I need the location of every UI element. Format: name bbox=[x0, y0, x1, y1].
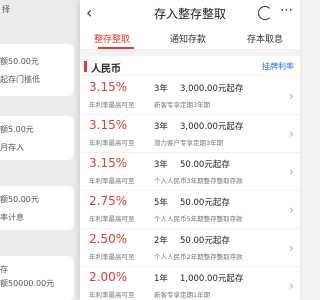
product-term: 3年 bbox=[154, 122, 168, 132]
more-icon[interactable]: ⋯ bbox=[280, 3, 294, 18]
product-row[interactable]: 2.00% 年利率最高可至 1年 1,000.00元起存 新客专享定期1年期 › bbox=[80, 267, 300, 300]
refresh-icon[interactable] bbox=[258, 6, 272, 20]
rate-note: 年利率最高可至 bbox=[89, 215, 135, 223]
rate-note: 年利率最高可至 bbox=[89, 139, 135, 147]
tab-interest-payout[interactable]: 存本取息 bbox=[247, 32, 283, 45]
bg-text: 额5.00元 bbox=[0, 125, 34, 134]
deposit-sheet: ‹ 存入整存整取 ⋯ 整存整取 通知存款 存本取息 人民币 挂牌利率 3.15%… bbox=[80, 0, 300, 300]
section-marker bbox=[84, 61, 87, 72]
product-term: 1年 bbox=[154, 274, 168, 284]
bg-text: 月存入 bbox=[0, 143, 24, 152]
listed-rates-link[interactable]: 挂牌利率 bbox=[262, 61, 294, 72]
bg-text: 额50.00元 bbox=[0, 57, 39, 66]
chevron-right-icon: › bbox=[289, 127, 294, 141]
bg-text: 率计息 bbox=[0, 213, 24, 222]
product-row[interactable]: 2.75% 年利率最高可至 5年 50.00元起存 个人人民币5年期整存整取存款… bbox=[80, 191, 300, 229]
product-minimum: 50.00元起存 bbox=[180, 198, 230, 208]
tab-notice-deposit[interactable]: 通知存款 bbox=[170, 32, 206, 45]
product-term: 3年 bbox=[154, 160, 168, 170]
product-description: 潜力客户专享定期3年期 bbox=[154, 139, 224, 147]
product-description: 个人人民币3年期整存整取存款 bbox=[154, 177, 243, 185]
rate-note: 年利率最高可至 bbox=[89, 291, 135, 299]
active-tab-indicator bbox=[98, 47, 134, 49]
nav-bar: ‹ 存入整存整取 ⋯ bbox=[80, 0, 300, 28]
bg-text: 额50.00元 bbox=[0, 195, 39, 204]
bg-card: 额50.00元 率计息 bbox=[0, 186, 74, 230]
bg-text: 额50000.00元 bbox=[0, 279, 55, 288]
product-row[interactable]: 3.15% 年利率最高可至 3年 50.00元起存 个人人民币3年期整存整取存款… bbox=[80, 153, 300, 191]
bg-text: 起存门槛低 bbox=[0, 75, 40, 84]
currency-label: 人民币 bbox=[91, 64, 121, 75]
product-minimum: 50.00元起存 bbox=[180, 236, 230, 246]
product-row[interactable]: 3.15% 年利率最高可至 3年 3,000.00元起存 潜力客户专享定期3年期… bbox=[80, 115, 300, 153]
rate-note: 年利率最高可至 bbox=[89, 253, 135, 261]
product-rate: 3.15% bbox=[89, 156, 128, 170]
chevron-right-icon: › bbox=[289, 89, 294, 103]
product-description: 新客专享定期3年期 bbox=[154, 101, 211, 109]
product-minimum: 50.00元起存 bbox=[180, 160, 230, 170]
chevron-right-icon: › bbox=[289, 165, 294, 179]
bg-text: 存 bbox=[0, 265, 8, 274]
product-description: 个人人民币2年期整存整取存款 bbox=[154, 253, 243, 261]
chevron-right-icon: › bbox=[289, 241, 294, 255]
bg-text: 择 bbox=[2, 5, 10, 14]
tab-fixed-deposit[interactable]: 整存整取 bbox=[94, 32, 130, 45]
product-row[interactable]: 2.50% 年利率最高可至 2年 50.00元起存 个人人民币2年期整存整取存款… bbox=[80, 229, 300, 267]
product-term: 2年 bbox=[154, 236, 168, 246]
bg-card: 额50.00元 起存门槛低 bbox=[0, 44, 74, 96]
product-term: 3年 bbox=[154, 84, 168, 94]
bg-card: 存 额50000.00元 bbox=[0, 256, 74, 300]
rate-note: 年利率最高可至 bbox=[89, 101, 135, 109]
product-description: 新客专享定期1年期 bbox=[154, 291, 211, 299]
chevron-right-icon: › bbox=[289, 203, 294, 217]
product-minimum: 1,000.00元起存 bbox=[180, 274, 244, 284]
background-page: 择 额50.00元 起存门槛低 额5.00元 月存入 额50.00元 率计息 存… bbox=[0, 0, 80, 300]
currency-section-header: 人民币 挂牌利率 bbox=[80, 56, 300, 76]
product-description: 个人人民币5年期整存整取存款 bbox=[154, 215, 243, 223]
product-rate: 3.15% bbox=[89, 118, 128, 132]
product-term: 5年 bbox=[154, 198, 168, 208]
product-minimum: 3,000.00元起存 bbox=[180, 122, 244, 132]
product-minimum: 3,000.00元起存 bbox=[180, 84, 244, 94]
bg-card: 额5.00元 月存入 bbox=[0, 116, 74, 160]
product-rate: 3.15% bbox=[89, 80, 128, 94]
product-rate: 2.50% bbox=[89, 232, 128, 246]
tab-bar: 整存整取 通知存款 存本取息 bbox=[80, 28, 300, 50]
product-row[interactable]: 3.15% 年利率最高可至 3年 3,000.00元起存 新客专享定期3年期 › bbox=[80, 77, 300, 115]
product-rate: 2.00% bbox=[89, 270, 128, 284]
product-rate: 2.75% bbox=[89, 194, 128, 208]
chevron-right-icon: › bbox=[289, 279, 294, 293]
rate-note: 年利率最高可至 bbox=[89, 177, 135, 185]
